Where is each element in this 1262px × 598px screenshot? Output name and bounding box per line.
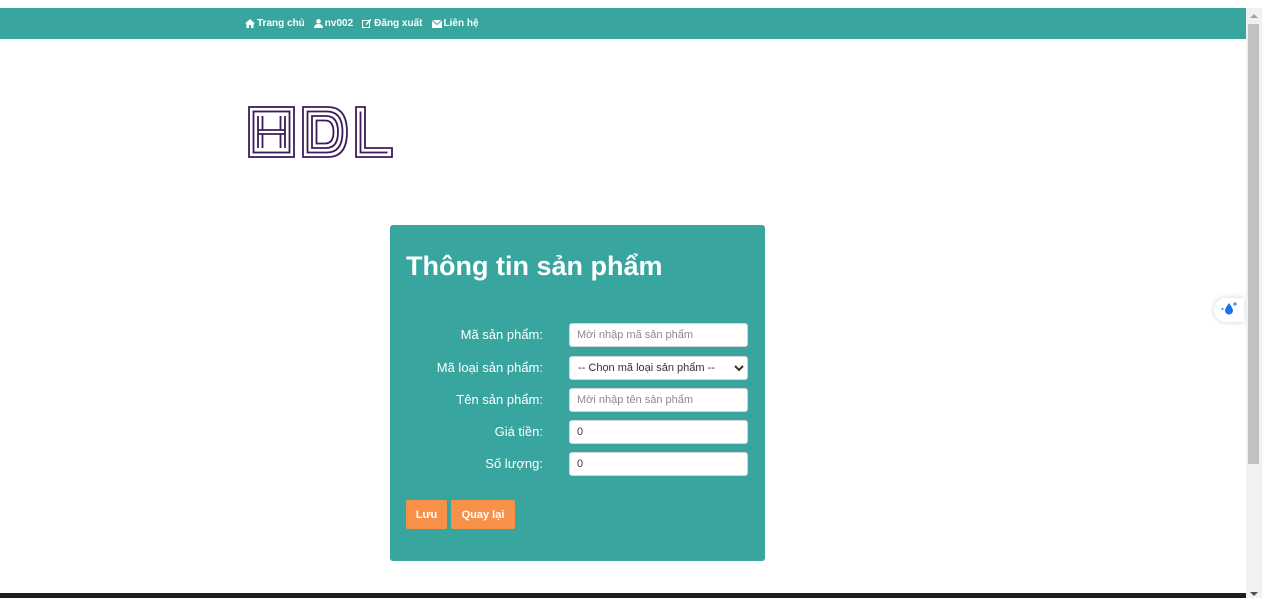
product-name-label: Tên sản phẩm: bbox=[456, 392, 543, 407]
nav-menu: Trang chủ nv002 Đăng xuất Liên hệ bbox=[245, 8, 479, 39]
floating-extension-button[interactable] bbox=[1214, 298, 1244, 322]
form-row-quantity: Số lượng: bbox=[390, 452, 765, 476]
edit-icon bbox=[362, 19, 372, 28]
nav-item-label: Trang chủ bbox=[257, 18, 305, 29]
nav-item-home[interactable]: Trang chủ bbox=[245, 18, 305, 29]
nav-item-label: Liên hệ bbox=[443, 18, 479, 29]
form-title: Thông tin sản phẩm bbox=[406, 251, 663, 281]
scroll-down-arrow-icon[interactable] bbox=[1250, 592, 1258, 596]
form-row-product-code: Mã sản phẩm: bbox=[390, 323, 765, 347]
nav-item-logout[interactable]: Đăng xuất bbox=[362, 18, 423, 29]
scrollbar-thumb[interactable] bbox=[1248, 24, 1259, 464]
back-button[interactable]: Quay lại bbox=[451, 500, 515, 529]
user-icon bbox=[313, 19, 323, 28]
water-drop-icon bbox=[1220, 301, 1238, 320]
product-name-input[interactable] bbox=[569, 388, 748, 412]
price-label: Giá tiền: bbox=[494, 424, 543, 439]
product-code-label: Mã sản phẩm: bbox=[460, 327, 543, 342]
price-input[interactable] bbox=[569, 420, 748, 444]
form-row-category: Mã loại sản phẩm: -- Chọn mã loại sản ph… bbox=[390, 356, 765, 380]
quantity-label: Số lượng: bbox=[485, 456, 543, 471]
home-icon bbox=[245, 19, 255, 28]
nav-item-label: nv002 bbox=[324, 18, 354, 29]
site-logo bbox=[248, 106, 394, 158]
save-button[interactable]: Lưu bbox=[406, 500, 447, 529]
product-code-input[interactable] bbox=[569, 323, 748, 347]
nav-item-label: Đăng xuất bbox=[374, 18, 423, 29]
vertical-scrollbar[interactable] bbox=[1246, 8, 1262, 598]
bottom-footer-edge bbox=[0, 593, 1246, 598]
form-row-price: Giá tiền: bbox=[390, 420, 765, 444]
category-select[interactable]: -- Chọn mã loại sản phẩm -- bbox=[569, 356, 748, 380]
product-form-panel: Thông tin sản phẩm Mã sản phẩm: Mã loại … bbox=[390, 225, 765, 561]
form-row-product-name: Tên sản phẩm: bbox=[390, 388, 765, 412]
envelope-icon bbox=[431, 19, 442, 28]
nav-item-contact[interactable]: Liên hệ bbox=[431, 18, 479, 29]
scroll-up-arrow-icon[interactable] bbox=[1250, 14, 1258, 18]
category-label: Mã loại sản phẩm: bbox=[436, 360, 543, 375]
top-navbar: Trang chủ nv002 Đăng xuất Liên hệ bbox=[0, 8, 1246, 39]
quantity-input[interactable] bbox=[569, 452, 748, 476]
nav-item-user[interactable]: nv002 bbox=[313, 18, 354, 29]
